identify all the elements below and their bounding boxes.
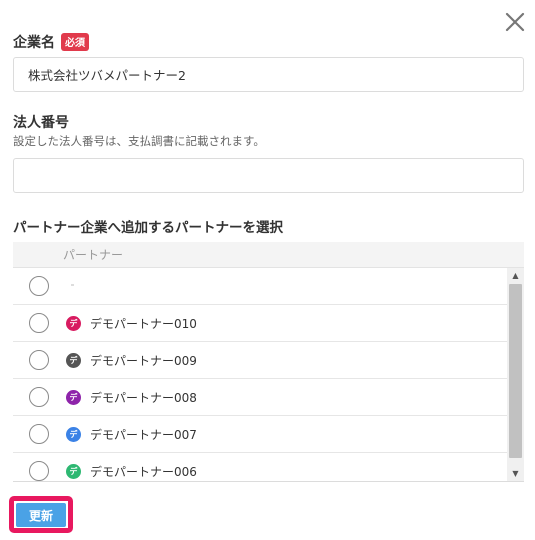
partner-row[interactable]: デ デモパートナー006 — [13, 453, 507, 481]
partner-name: デモパートナー006 — [90, 464, 197, 479]
partner-name: デモパートナー008 — [90, 390, 197, 405]
partner-radio[interactable] — [29, 387, 49, 407]
partner-section-title: パートナー企業へ追加するパートナーを選択 — [13, 220, 283, 236]
company-name-label-text: 企業名 — [13, 35, 55, 51]
partner-avatar: デ — [66, 352, 81, 368]
corporate-number-help: 設定した法人番号は、支払調書に記載されます。 — [13, 134, 265, 148]
partner-row[interactable]: デ デモパートナー009 — [13, 342, 507, 379]
company-name-label: 企業名 必須 — [13, 32, 89, 52]
scroll-up-arrow-icon[interactable]: ▲ — [507, 268, 524, 283]
partner-avatar: デ — [66, 389, 81, 405]
partner-list-body: デ デモパートナー010 デ デモパートナー009 デ デモパートナー008 デ… — [13, 268, 524, 481]
required-badge: 必須 — [61, 33, 89, 51]
partner-avatar: デ — [66, 315, 81, 331]
partner-name: デモパートナー010 — [90, 316, 197, 331]
corporate-number-input[interactable] — [13, 158, 524, 193]
scroll-down-arrow-icon[interactable]: ▼ — [507, 466, 524, 481]
partner-row[interactable]: デ デモパートナー010 — [13, 305, 507, 342]
partner-radio[interactable] — [29, 276, 49, 296]
scroll-thumb[interactable] — [509, 284, 522, 458]
partner-name: デモパートナー009 — [90, 353, 197, 368]
company-name-input[interactable] — [13, 57, 524, 92]
partner-column-header: パートナー — [13, 242, 524, 268]
partner-avatar: デ — [66, 426, 81, 442]
list-scrollbar[interactable]: ▲ ▼ — [507, 268, 524, 481]
partner-placeholder-mark — [71, 284, 74, 286]
partner-list: パートナー デ デモパートナー010 デ デモパートナー009 デ デモパートナ… — [13, 242, 524, 482]
partner-row[interactable] — [13, 268, 507, 305]
partner-radio[interactable] — [29, 350, 49, 370]
update-button[interactable]: 更新 — [16, 503, 66, 527]
partner-name: デモパートナー007 — [90, 427, 197, 442]
corporate-number-label: 法人番号 — [13, 115, 69, 131]
partner-row[interactable]: デ デモパートナー008 — [13, 379, 507, 416]
partner-row[interactable]: デ デモパートナー007 — [13, 416, 507, 453]
partner-avatar: デ — [66, 463, 81, 479]
partner-radio[interactable] — [29, 461, 49, 481]
partner-radio[interactable] — [29, 424, 49, 444]
close-button[interactable] — [504, 11, 526, 33]
partner-radio[interactable] — [29, 313, 49, 333]
close-icon — [505, 12, 525, 32]
